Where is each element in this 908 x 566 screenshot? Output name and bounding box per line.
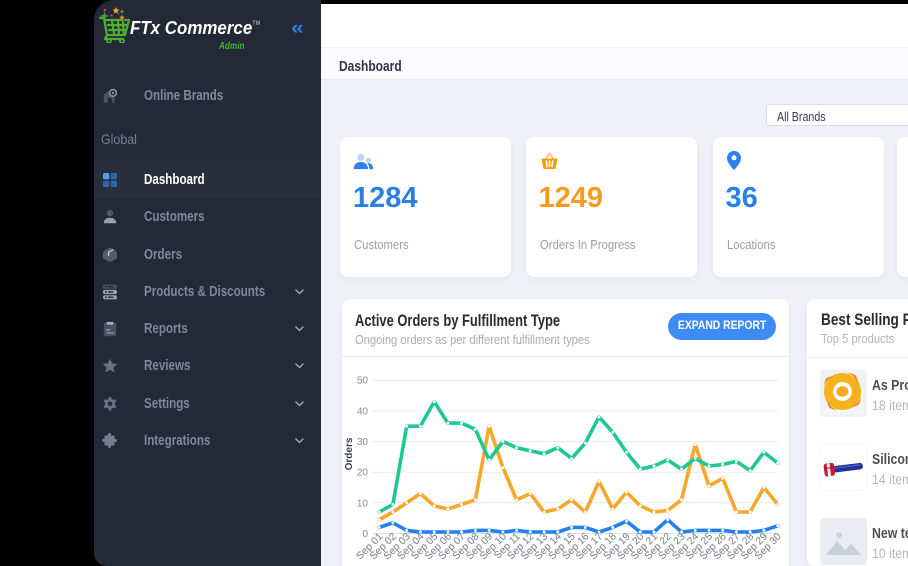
svg-text:20: 20 — [357, 468, 369, 479]
svg-text:10: 10 — [357, 498, 369, 509]
svg-text:40: 40 — [357, 406, 369, 417]
svg-text:WirecastGo: WirecastGo — [823, 407, 862, 416]
svg-text:0: 0 — [362, 529, 368, 540]
svg-text:50: 50 — [357, 376, 369, 387]
svg-text:30: 30 — [357, 437, 369, 448]
svg-text:Orders: Orders — [344, 437, 355, 470]
